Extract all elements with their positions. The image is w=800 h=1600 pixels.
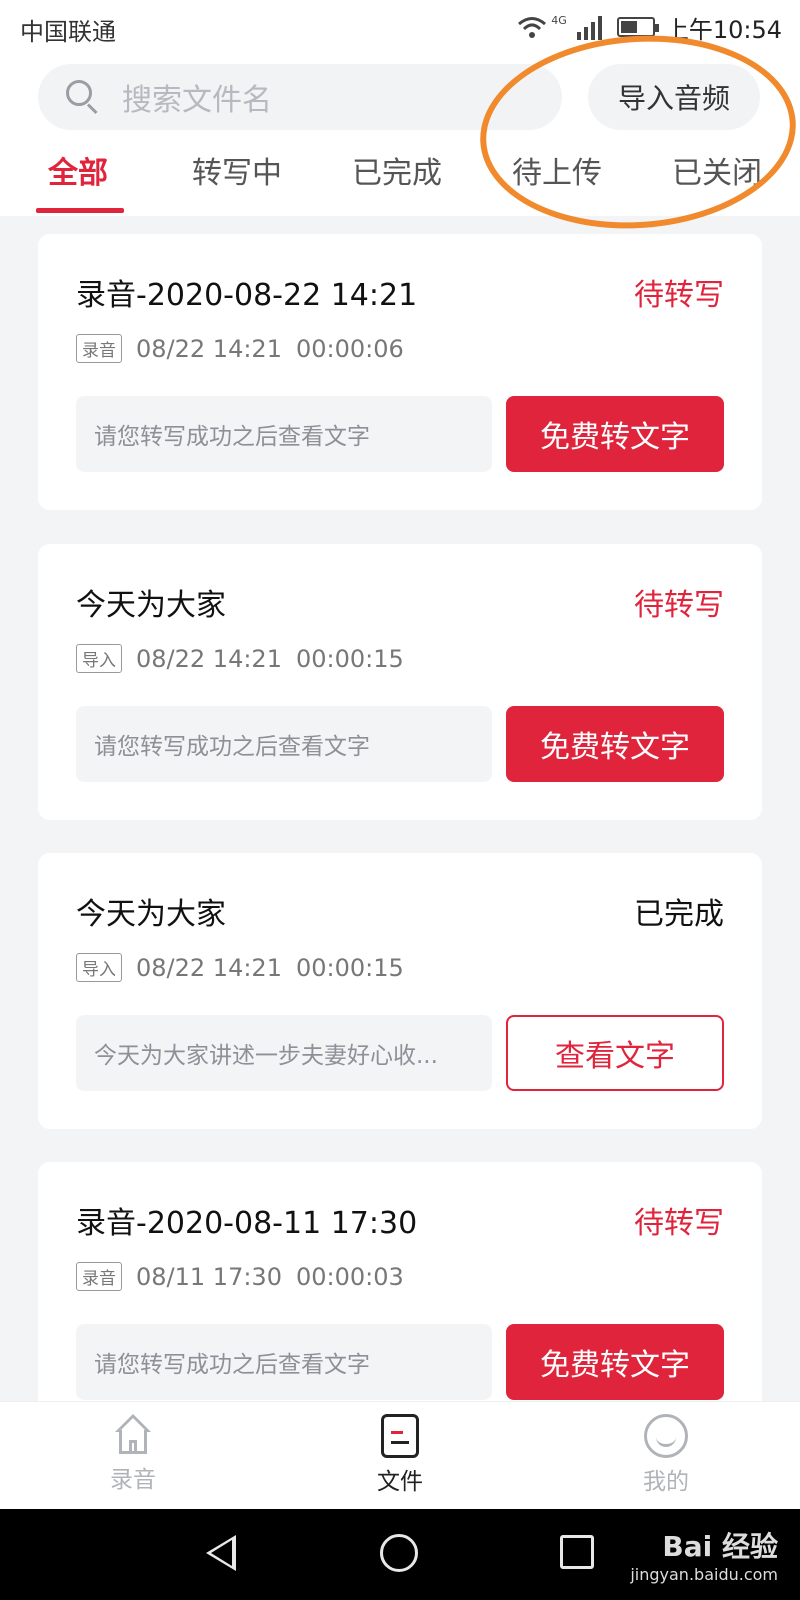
status-badge: 待转写 <box>634 588 724 623</box>
search-icon <box>66 80 100 115</box>
active-tab-indicator <box>36 208 124 213</box>
file-duration: 00:00:15 <box>295 644 404 673</box>
file-date: 08/22 14:21 <box>136 334 282 363</box>
text-preview[interactable]: 请您转写成功之后查看文字 <box>76 706 492 782</box>
file-meta: 录音 08/22 14:21 00:00:06 <box>76 334 404 363</box>
nav-label: 录音 <box>110 1467 156 1493</box>
home-button-icon[interactable] <box>380 1534 418 1572</box>
wifi-icon <box>517 15 547 39</box>
nav-label: 文件 <box>377 1469 423 1495</box>
carrier-label: 中国联通 <box>20 18 116 46</box>
file-date: 08/11 17:30 <box>136 1262 282 1291</box>
nav-label: 我的 <box>643 1469 689 1495</box>
free-transcribe-button[interactable]: 免费转文字 <box>506 706 724 782</box>
watermark: Bai 经验 jingyan.baidu.com <box>630 1530 778 1584</box>
file-icon <box>381 1414 419 1458</box>
file-card[interactable]: 录音-2020-08-22 14:21 待转写 录音 08/22 14:21 0… <box>38 234 762 510</box>
file-duration: 00:00:15 <box>295 953 404 982</box>
search-placeholder: 搜索文件名 <box>122 83 272 118</box>
file-meta: 导入 08/22 14:21 00:00:15 <box>76 953 404 982</box>
file-card[interactable]: 今天为大家 已完成 导入 08/22 14:21 00:00:15 今天为大家讲… <box>38 853 762 1129</box>
file-card[interactable]: 录音-2020-08-11 17:30 待转写 录音 08/11 17:30 0… <box>38 1162 762 1438</box>
system-nav-bar: Bai 经验 jingyan.baidu.com <box>0 1509 800 1600</box>
free-transcribe-button[interactable]: 免费转文字 <box>506 396 724 472</box>
file-title: 今天为大家 <box>76 588 226 623</box>
file-title: 录音-2020-08-22 14:21 <box>76 278 418 313</box>
free-transcribe-button[interactable]: 免费转文字 <box>506 1324 724 1400</box>
back-icon[interactable] <box>206 1535 236 1571</box>
nav-files[interactable]: 文件 <box>340 1414 460 1496</box>
text-preview[interactable]: 请您转写成功之后查看文字 <box>76 1324 492 1400</box>
file-meta: 导入 08/22 14:21 00:00:15 <box>76 644 404 673</box>
network-type: 4G <box>551 13 567 27</box>
bottom-nav: 录音 文件 我的 <box>0 1401 800 1510</box>
nav-mine[interactable]: 我的 <box>606 1414 726 1496</box>
tab-transcribing[interactable]: 转写中 <box>192 148 282 192</box>
tab-completed[interactable]: 已完成 <box>352 148 442 192</box>
file-title: 录音-2020-08-11 17:30 <box>76 1206 418 1241</box>
file-card[interactable]: 今天为大家 待转写 导入 08/22 14:21 00:00:15 请您转写成功… <box>38 544 762 820</box>
file-duration: 00:00:03 <box>295 1262 404 1291</box>
home-icon <box>111 1414 155 1456</box>
file-date: 08/22 14:21 <box>136 953 282 982</box>
signal-icon <box>576 14 607 40</box>
recent-apps-icon[interactable] <box>560 1535 594 1569</box>
source-tag: 录音 <box>76 1262 122 1291</box>
source-tag: 导入 <box>76 953 122 982</box>
file-duration: 00:00:06 <box>295 334 404 363</box>
battery-icon <box>616 17 659 37</box>
smile-icon <box>644 1414 688 1458</box>
status-badge: 已完成 <box>634 897 724 932</box>
text-preview[interactable]: 请您转写成功之后查看文字 <box>76 396 492 472</box>
text-preview[interactable]: 今天为大家讲述一步夫妻好心收... <box>76 1015 492 1091</box>
source-tag: 录音 <box>76 334 122 363</box>
file-date: 08/22 14:21 <box>136 644 282 673</box>
file-meta: 录音 08/11 17:30 00:00:03 <box>76 1262 404 1291</box>
status-badge: 待转写 <box>634 1206 724 1241</box>
tab-all[interactable]: 全部 <box>48 148 108 192</box>
view-text-button[interactable]: 查看文字 <box>506 1015 724 1091</box>
file-title: 今天为大家 <box>76 897 226 932</box>
source-tag: 导入 <box>76 644 122 673</box>
nav-record[interactable]: 录音 <box>73 1414 193 1494</box>
status-badge: 待转写 <box>634 278 724 313</box>
